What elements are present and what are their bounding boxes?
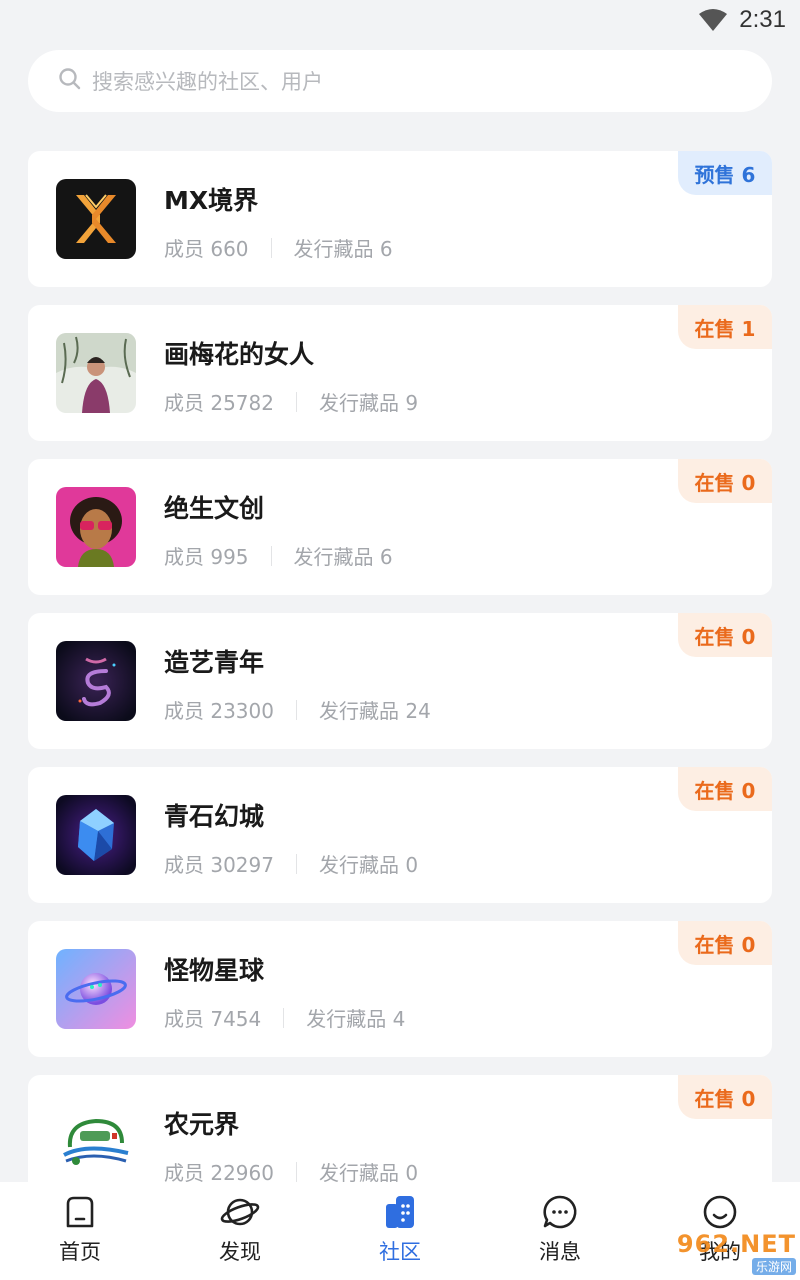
community-name: 画梅花的女人 [164, 340, 315, 369]
sunglasses-woman-icon [56, 487, 136, 567]
sale-status-badge: 在售 0 [678, 921, 772, 965]
community-card[interactable]: MX境界 成员 660 发行藏品 6 预售 6 [28, 151, 772, 287]
tab-discover[interactable]: 发现 [160, 1182, 320, 1280]
search-icon [58, 67, 82, 96]
member-count: 成员 25782 [164, 391, 274, 415]
tab-label: 发现 [219, 1240, 261, 1264]
issued-count: 发行藏品 4 [306, 1007, 406, 1031]
community-meta: 成员 23300 发行藏品 24 [164, 695, 431, 724]
sale-status-badge: 在售 0 [678, 1075, 772, 1119]
sale-status-badge: 在售 0 [678, 767, 772, 811]
community-name: MX境界 [164, 186, 259, 215]
tab-label: 消息 [539, 1240, 581, 1264]
sale-status-badge: 在售 0 [678, 459, 772, 503]
divider [270, 545, 272, 566]
smiley-icon [702, 1194, 738, 1230]
community-meta: 成员 995 发行藏品 6 [164, 541, 393, 570]
issued-count: 发行藏品 24 [318, 699, 431, 723]
community-name: 绝生文创 [164, 494, 265, 523]
sale-status-badge: 在售 1 [678, 305, 772, 349]
watermark-logo: 962.NET 乐游网 [664, 1229, 796, 1275]
community-name: 造艺青年 [164, 648, 265, 677]
issued-count: 发行藏品 6 [293, 545, 393, 569]
divider [295, 1161, 297, 1182]
community-meta: 成员 7454 发行藏品 4 [164, 1003, 405, 1032]
watermark-sub: 乐游网 [751, 1257, 796, 1275]
home-icon [62, 1194, 98, 1230]
community-name: 农元界 [164, 1110, 240, 1139]
portrait-woman-icon [56, 333, 136, 413]
sale-status-badge: 在售 0 [678, 613, 772, 657]
status-bar: 2:31 [0, 0, 800, 40]
divider [295, 391, 297, 412]
tab-messages[interactable]: 消息 [480, 1182, 640, 1280]
community-icon [382, 1194, 418, 1230]
planet-icon [56, 949, 136, 1029]
chat-bubble-icon [542, 1194, 578, 1230]
sale-status-badge: 预售 6 [678, 151, 772, 195]
member-count: 成员 995 [164, 545, 249, 569]
issued-count: 发行藏品 6 [293, 237, 393, 261]
tab-label: 首页 [59, 1240, 101, 1264]
community-card[interactable]: 怪物星球 成员 7454 发行藏品 4 在售 0 [28, 921, 772, 1057]
mx-logo-icon [56, 179, 136, 259]
planet-outline-icon [220, 1194, 260, 1230]
member-count: 成员 30297 [164, 853, 274, 877]
community-card[interactable]: 绝生文创 成员 995 发行藏品 6 在售 0 [28, 459, 772, 595]
swirl-logo-icon [56, 641, 136, 721]
tab-home[interactable]: 首页 [0, 1182, 160, 1280]
community-name: 青石幻城 [164, 802, 265, 831]
community-meta: 成员 660 发行藏品 6 [164, 233, 393, 262]
member-count: 成员 23300 [164, 699, 274, 723]
tab-label: 社区 [379, 1240, 421, 1264]
issued-count: 发行藏品 9 [318, 391, 419, 415]
community-name: 怪物星球 [164, 956, 265, 985]
community-card[interactable]: 青石幻城 成员 30297 发行藏品 0 在售 0 [28, 767, 772, 903]
community-list: MX境界 成员 660 发行藏品 6 预售 6 画梅花的女人 成员 25782 … [28, 151, 772, 1229]
wifi-icon [699, 9, 728, 31]
crystal-icon [56, 795, 136, 875]
community-card[interactable]: 画梅花的女人 成员 25782 发行藏品 9 在售 1 [28, 305, 772, 441]
issued-count: 发行藏品 0 [318, 853, 419, 877]
search-placeholder: 搜索感兴趣的社区、用户 [92, 70, 323, 94]
divider [270, 237, 272, 258]
community-card[interactable]: 造艺青年 成员 23300 发行藏品 24 在售 0 [28, 613, 772, 749]
watermark-main: 962.NET [676, 1229, 796, 1258]
community-meta: 成员 25782 发行藏品 9 [164, 387, 418, 416]
status-time: 2:31 [739, 6, 786, 33]
community-meta: 成员 30297 发行藏品 0 [164, 849, 418, 878]
member-count: 成员 660 [164, 237, 249, 261]
divider [283, 1007, 285, 1028]
divider [295, 699, 297, 720]
tab-community[interactable]: 社区 [320, 1182, 480, 1280]
search-input[interactable]: 搜索感兴趣的社区、用户 [28, 50, 772, 112]
divider [295, 853, 297, 874]
nongyuanjie-logo-icon [56, 1103, 136, 1183]
member-count: 成员 7454 [164, 1007, 262, 1031]
